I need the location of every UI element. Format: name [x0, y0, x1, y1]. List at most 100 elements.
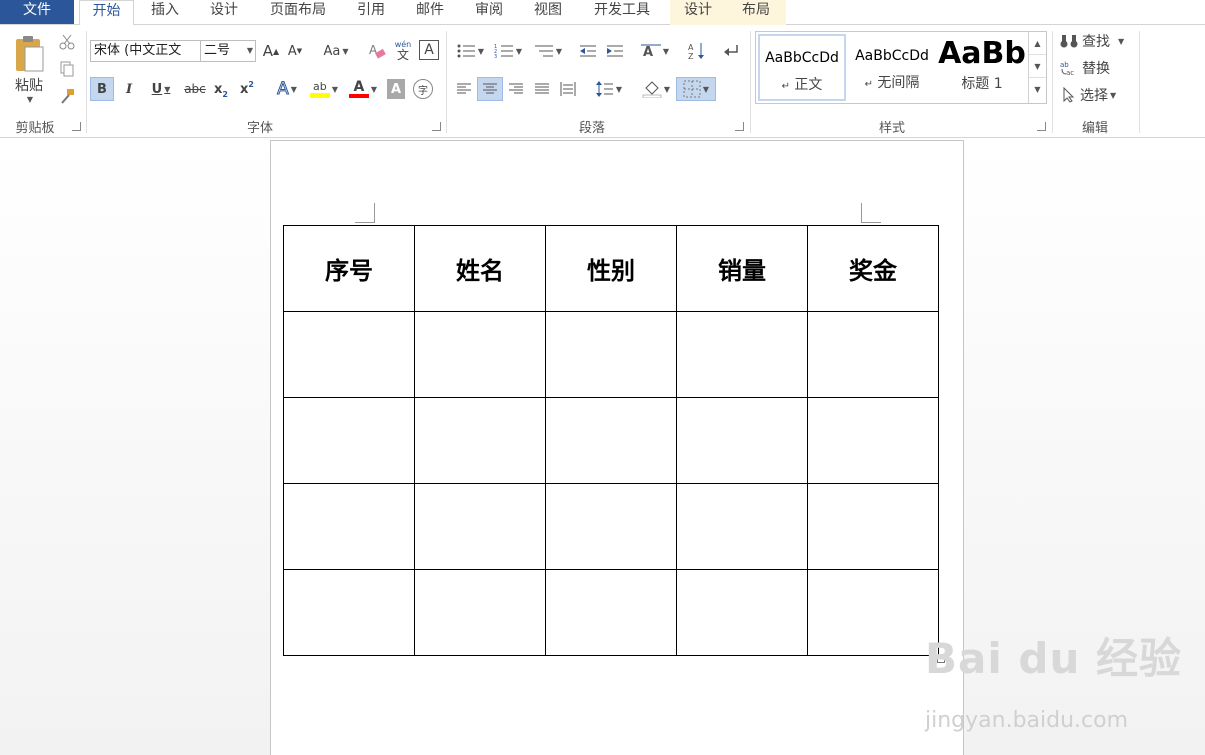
- table-cell[interactable]: [807, 397, 939, 484]
- table-cell[interactable]: [283, 311, 415, 398]
- svg-text:Z: Z: [688, 52, 694, 60]
- tab-page-layout[interactable]: 页面布局: [256, 0, 340, 25]
- font-name-combo[interactable]: 宋体 (中文正文: [90, 40, 201, 62]
- tab-developer[interactable]: 开发工具: [580, 0, 664, 25]
- font-launcher-icon[interactable]: [432, 122, 441, 131]
- paste-button[interactable]: 粘贴 ▼: [8, 29, 50, 109]
- paragraph-launcher-icon[interactable]: [735, 122, 744, 131]
- table-cell[interactable]: [283, 397, 415, 484]
- styles-group-label: 样式: [878, 121, 905, 136]
- font-color-button[interactable]: A ▼: [345, 77, 381, 101]
- table-cell[interactable]: [283, 569, 415, 656]
- table-cell[interactable]: [676, 569, 808, 656]
- show-hide-marks-button[interactable]: [720, 40, 742, 62]
- tab-table-layout[interactable]: 布局: [726, 0, 786, 25]
- eraser-icon: A: [369, 43, 386, 59]
- table-cell[interactable]: [545, 569, 677, 656]
- borders-button[interactable]: ▼: [676, 77, 716, 101]
- shading-button[interactable]: ▼: [638, 77, 674, 101]
- subscript-button[interactable]: x2: [210, 77, 232, 101]
- character-border-icon: A: [424, 42, 434, 58]
- table-header-cell[interactable]: 姓名: [414, 225, 546, 312]
- increase-indent-button[interactable]: [604, 40, 626, 62]
- style-heading-1[interactable]: AaBb 标题 1: [938, 34, 1026, 101]
- chinese-layout-button[interactable]: A ▼: [637, 40, 673, 62]
- gallery-more-icon[interactable]: ▼: [1029, 78, 1046, 101]
- document-page[interactable]: 序号 姓名 性别 销量 奖金: [270, 140, 964, 755]
- table-cell[interactable]: [414, 569, 546, 656]
- font-size-combo[interactable]: 二号 ▼: [200, 40, 256, 62]
- text-effects-button[interactable]: A ▼: [270, 77, 304, 101]
- tab-review[interactable]: 审阅: [462, 0, 516, 25]
- table-cell[interactable]: [676, 483, 808, 570]
- find-button[interactable]: 查找 ▼: [1060, 31, 1132, 51]
- underline-button[interactable]: U ▼: [144, 77, 178, 101]
- style-normal[interactable]: AaBbCcDd ↵ 正文: [758, 34, 846, 101]
- styles-launcher-icon[interactable]: [1037, 122, 1046, 131]
- table-cell[interactable]: [676, 397, 808, 484]
- table-cell[interactable]: [414, 311, 546, 398]
- tab-references[interactable]: 引用: [344, 0, 398, 25]
- table-header-cell[interactable]: 性别: [545, 225, 677, 312]
- data-table: 序号 姓名 性别 销量 奖金: [283, 225, 939, 656]
- gallery-down-icon[interactable]: ▼: [1029, 55, 1046, 78]
- shrink-font-button[interactable]: A ▼: [285, 40, 305, 62]
- tab-file[interactable]: 文件: [0, 0, 74, 24]
- align-left-button[interactable]: [452, 77, 476, 101]
- style-name: 无间隔: [877, 75, 920, 91]
- table-cell[interactable]: [807, 483, 939, 570]
- align-right-button[interactable]: [504, 77, 528, 101]
- justify-button[interactable]: [530, 77, 554, 101]
- table-cell[interactable]: [545, 483, 677, 570]
- cut-button[interactable]: [56, 31, 78, 53]
- strikethrough-button[interactable]: abc: [182, 77, 208, 101]
- tab-view[interactable]: 视图: [521, 0, 575, 25]
- style-name: 正文: [794, 77, 823, 93]
- decrease-indent-button[interactable]: [577, 40, 599, 62]
- highlight-button[interactable]: ab ▼: [306, 77, 342, 101]
- select-button[interactable]: 选择 ▼: [1062, 85, 1134, 105]
- table-cell[interactable]: [545, 311, 677, 398]
- format-painter-button[interactable]: [56, 85, 78, 107]
- change-case-button[interactable]: Aa ▼: [318, 40, 354, 62]
- style-preview: AaBbCcDd: [855, 48, 929, 64]
- replace-button[interactable]: ab ac 替换: [1060, 58, 1132, 78]
- bold-button[interactable]: B: [90, 77, 114, 101]
- clear-formatting-button[interactable]: A: [366, 40, 388, 62]
- distributed-button[interactable]: [556, 77, 580, 101]
- table-cell[interactable]: [676, 311, 808, 398]
- table-header-cell[interactable]: 序号: [283, 225, 415, 312]
- phonetic-guide-button[interactable]: wén 文: [392, 38, 414, 62]
- text-effects-icon: A: [277, 79, 290, 100]
- numbering-button[interactable]: 1 2 3 ▼: [490, 40, 526, 62]
- sort-button[interactable]: AZ: [686, 40, 708, 62]
- gallery-up-icon[interactable]: ▲: [1029, 32, 1046, 55]
- bullets-button[interactable]: ▼: [452, 40, 488, 62]
- copy-button[interactable]: [56, 58, 78, 80]
- table-header-cell[interactable]: 销量: [676, 225, 808, 312]
- enclose-characters-button[interactable]: 字: [413, 79, 433, 99]
- style-no-spacing[interactable]: AaBbCcDd ↵ 无间隔: [848, 34, 936, 101]
- tab-home[interactable]: 开始: [79, 0, 134, 26]
- align-center-button[interactable]: [477, 77, 503, 101]
- table-cell[interactable]: [545, 397, 677, 484]
- table-cell[interactable]: [283, 483, 415, 570]
- tab-insert[interactable]: 插入: [138, 0, 192, 25]
- character-border-button[interactable]: A: [419, 40, 439, 60]
- tab-table-design[interactable]: 设计: [670, 0, 726, 25]
- multilevel-list-button[interactable]: ▼: [530, 40, 566, 62]
- table-cell[interactable]: [414, 483, 546, 570]
- superscript-button[interactable]: x2: [236, 77, 258, 101]
- clipboard-launcher-icon[interactable]: [72, 122, 81, 131]
- table-cell[interactable]: [414, 397, 546, 484]
- tab-design[interactable]: 设计: [197, 0, 251, 25]
- character-shading-button[interactable]: A: [387, 79, 405, 99]
- table-header-cell[interactable]: 奖金: [807, 225, 939, 312]
- italic-button[interactable]: I: [118, 77, 140, 101]
- grow-font-button[interactable]: A ▲: [261, 40, 281, 62]
- subscript-mark: 2: [222, 89, 228, 99]
- table-cell[interactable]: [807, 311, 939, 398]
- line-spacing-button[interactable]: ▼: [591, 77, 627, 101]
- tab-mailings[interactable]: 邮件: [403, 0, 457, 25]
- table-cell[interactable]: [807, 569, 939, 656]
